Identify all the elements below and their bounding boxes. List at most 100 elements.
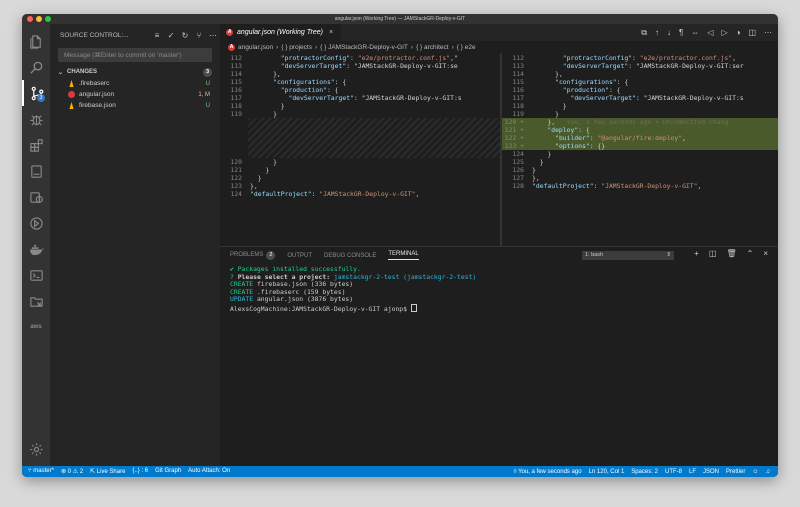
tab-angular-json[interactable]: A angular.json (Working Tree) × <box>220 24 342 41</box>
tab-problems[interactable]: PROBLEMS 2 <box>230 251 276 260</box>
changed-file-row[interactable]: angular.json 1, M <box>50 89 220 100</box>
code-line[interactable]: "configurations": { <box>532 78 628 86</box>
changed-file-row[interactable]: firebase.json U <box>50 100 220 111</box>
code-line[interactable]: "production": { <box>250 86 339 94</box>
next-change-icon[interactable]: ↓ <box>667 28 671 37</box>
debug-icon[interactable] <box>22 106 50 132</box>
tab-debug-console[interactable]: DEBUG CONSOLE <box>324 253 376 259</box>
remote-folder-icon[interactable] <box>22 288 50 314</box>
breadcrumb-item[interactable]: { } projects <box>281 44 312 51</box>
code-line[interactable]: "deploy": { <box>532 126 589 134</box>
go-forward-icon[interactable]: ▷ <box>721 28 727 37</box>
code-line[interactable]: }, <box>532 70 563 78</box>
changed-file-row[interactable]: .firebaserc U <box>50 78 220 89</box>
code-line[interactable]: "devServerTarget": "JAMStackGR-Deploy-v-… <box>532 62 744 70</box>
code-line[interactable]: "builder": "@angular/fire:deploy", <box>532 134 686 142</box>
breadcrumb-item[interactable]: { } JAMStackGR-Deploy-v-GIT <box>320 44 408 51</box>
tab-output[interactable]: OUTPUT <box>287 253 312 259</box>
code-line[interactable]: "production": { <box>532 86 621 94</box>
terminal-select[interactable]: 1: bash ⇕ <box>582 251 674 260</box>
gear-icon[interactable] <box>22 436 50 462</box>
more-actions-icon[interactable]: ⋯ <box>206 31 220 40</box>
previous-change-icon[interactable]: ↑ <box>655 28 659 37</box>
commit-check-icon[interactable]: ✓ <box>164 31 178 40</box>
git-graph-icon[interactable]: ⑂ <box>192 31 206 40</box>
eol-indicator[interactable]: LF <box>689 469 696 475</box>
extensions-icon[interactable] <box>22 132 50 158</box>
split-editor-icon[interactable]: ◫ <box>748 28 756 37</box>
search-icon[interactable] <box>22 54 50 80</box>
refresh-icon[interactable]: ↻ <box>178 31 192 40</box>
tab-terminal[interactable]: TERMINAL <box>388 251 419 260</box>
code-line[interactable]: } <box>532 110 559 118</box>
history-icon[interactable] <box>22 184 50 210</box>
changes-header[interactable]: ⌄ CHANGES 3 <box>50 66 220 78</box>
chevron-down-icon: ⇕ <box>666 252 671 258</box>
terminal-output[interactable]: ✔ Packages installed successfully.? Plea… <box>220 264 778 316</box>
prettier-indicator[interactable]: Prettier <box>726 469 745 475</box>
code-line[interactable]: } <box>250 102 285 110</box>
aws-icon[interactable]: aws <box>22 314 50 340</box>
maximize-panel-icon[interactable]: ⌃ <box>747 249 754 258</box>
split-terminal-icon[interactable]: ◫ <box>709 249 717 258</box>
compare-icon[interactable]: ⇔ <box>691 28 699 37</box>
braces-indicator[interactable]: {..} : 6 <box>132 468 148 475</box>
close-tab-icon[interactable]: × <box>329 29 333 36</box>
source-control-icon[interactable]: 3 <box>22 80 50 106</box>
go-back-icon[interactable]: ◁ <box>707 28 713 37</box>
code-line[interactable]: "devServerTarget": "JAMStackGR-Deploy-v-… <box>250 62 458 70</box>
code-line[interactable]: } <box>532 150 551 158</box>
trash-icon[interactable]: 🗑 <box>726 249 736 258</box>
code-line[interactable]: "defaultProject": "JAMStackGR-Deploy-v-G… <box>250 190 419 198</box>
code-line[interactable]: }, You, a few seconds ago • Uncommitted … <box>532 118 728 126</box>
code-line[interactable]: }, <box>250 182 258 190</box>
breadcrumb-item[interactable]: { } e2e <box>457 44 476 51</box>
remote-explorer-icon[interactable] <box>22 158 50 184</box>
view-list-icon[interactable]: ≡ <box>150 31 164 40</box>
whitespace-toggle-icon[interactable]: ¶ <box>679 28 683 37</box>
close-panel-icon[interactable]: × <box>763 249 768 258</box>
code-line[interactable]: "options": {} <box>532 142 605 150</box>
problems-indicator[interactable]: ⊗ 0 ⚠ 2 <box>61 468 83 475</box>
git-graph-button[interactable]: Git Graph <box>155 468 181 475</box>
new-terminal-icon[interactable]: + <box>694 249 699 258</box>
code-line[interactable]: "defaultProject": "JAMStackGR-Deploy-v-G… <box>532 182 701 190</box>
indentation-indicator[interactable]: Spaces: 2 <box>631 469 658 475</box>
auto-attach-toggle[interactable]: Auto Attach: On <box>188 468 230 475</box>
encoding-indicator[interactable]: UTF-8 <box>665 469 682 475</box>
cursor-position[interactable]: Ln 120, Col 1 <box>589 469 625 475</box>
breadcrumb-item[interactable]: angular.json <box>238 44 273 51</box>
code-line[interactable]: } <box>532 102 567 110</box>
commit-message-input[interactable]: Message (⌘Enter to commit on 'master') <box>58 48 212 62</box>
code-line[interactable]: }, <box>532 174 540 182</box>
code-line[interactable]: "configurations": { <box>250 78 346 86</box>
diff-modified-pane[interactable]: 112 "protractorConfig": "e2e/protractor.… <box>502 53 778 246</box>
code-line[interactable]: "devServerTarget": "JAMStackGR-Deploy-v-… <box>532 94 743 102</box>
code-line[interactable]: } <box>532 166 536 174</box>
code-line[interactable]: } <box>532 158 544 166</box>
live-share-editor-icon[interactable]: ◑ <box>736 28 741 37</box>
code-line[interactable]: } <box>250 174 262 182</box>
live-share-icon[interactable] <box>22 210 50 236</box>
code-line[interactable]: } <box>250 110 277 118</box>
terminal-icon[interactable] <box>22 262 50 288</box>
breadcrumb-item[interactable]: { } architect <box>416 44 449 51</box>
git-blame-indicator[interactable]: ◊ You, a few seconds ago <box>514 469 582 475</box>
docker-icon[interactable] <box>22 236 50 262</box>
code-line[interactable]: "devServerTarget": "JAMStackGR-Deploy-v-… <box>250 94 461 102</box>
diff-original-pane[interactable]: 112 "protractorConfig": "e2e/protractor.… <box>220 53 500 246</box>
window-title: angular.json (Working Tree) — JAMStackGR… <box>334 16 466 22</box>
open-file-icon[interactable]: ⧉ <box>641 28 647 38</box>
branch-indicator[interactable]: ⑂ master* <box>28 468 54 475</box>
feedback-icon[interactable]: ☺ <box>752 469 758 475</box>
code-line[interactable]: "protractorConfig": "e2e/protractor.conf… <box>250 54 458 62</box>
language-mode[interactable]: JSON <box>703 469 719 475</box>
code-line[interactable]: } <box>250 166 269 174</box>
code-line[interactable]: } <box>250 158 277 166</box>
more-editor-actions-icon[interactable]: ⋯ <box>764 28 772 37</box>
code-line[interactable]: }, <box>250 70 281 78</box>
bell-icon[interactable]: ♫ <box>766 469 771 475</box>
explorer-icon[interactable] <box>22 28 50 54</box>
live-share-button[interactable]: ⇱ Live Share <box>90 468 125 475</box>
code-line[interactable]: "protractorConfig": "e2e/protractor.conf… <box>532 54 736 62</box>
